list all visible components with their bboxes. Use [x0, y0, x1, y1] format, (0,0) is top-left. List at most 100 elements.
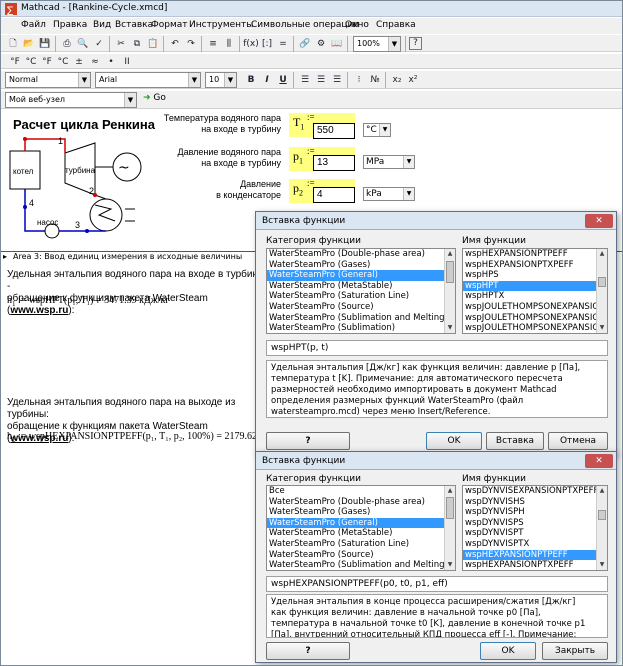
category-list-item[interactable]: WaterSteamPro (Gases)	[267, 260, 455, 271]
scroll-thumb[interactable]	[598, 277, 606, 287]
menu-window[interactable]: Окно	[345, 20, 369, 30]
bullet-button[interactable]: •	[103, 54, 119, 70]
t1-unit-select[interactable]: °C ▼	[363, 123, 391, 137]
bullets-icon[interactable]: ⁝	[351, 72, 367, 88]
approx-button[interactable]: ≈	[87, 54, 103, 70]
go-button[interactable]: ➜ Go	[143, 93, 166, 103]
category-list-item[interactable]: WaterSteamPro (Gases)	[267, 507, 455, 518]
function-scrollbar[interactable]: ▲ ▼	[596, 249, 607, 333]
category-list-item[interactable]: WaterSteamPro (General)	[267, 270, 455, 281]
function-list-item[interactable]: wspDYNVISPH	[463, 507, 607, 518]
function-list-item[interactable]: wspDYNVISHS	[463, 497, 607, 508]
new-document-icon[interactable]: 🗋	[5, 36, 21, 52]
print-preview-icon[interactable]: 🔍	[75, 36, 91, 52]
p2-unit-select[interactable]: kPa ▼	[363, 187, 415, 201]
scroll-thumb[interactable]	[598, 510, 606, 520]
function-list-item[interactable]: wspJOULETHOMPSONEXPANSIONPH	[463, 323, 607, 333]
category-list[interactable]: WaterSteamPro (Double-phase area) WaterSt…	[266, 248, 456, 334]
category-list-item[interactable]: WaterSteamPro (Saturation Line)	[267, 539, 455, 550]
area-collapse-icon[interactable]: ▸	[3, 252, 7, 261]
align-across-icon[interactable]: ≡	[205, 36, 221, 52]
menu-format[interactable]: Формат	[151, 20, 188, 30]
align-center-icon[interactable]: ☰	[313, 72, 329, 88]
style-combo[interactable]: Normal ▼	[5, 72, 91, 88]
category-list-item[interactable]: WaterSteamPro (Source)	[267, 550, 455, 561]
insert-function-icon[interactable]: f(x)	[243, 36, 259, 52]
print-icon[interactable]: ⎙	[59, 36, 75, 52]
open-folder-icon[interactable]: 📂	[21, 36, 37, 52]
unit-f-button[interactable]: °F	[7, 54, 23, 70]
category-list-item[interactable]: WaterSteamPro (Double-phase area)	[267, 249, 455, 260]
category-list-item[interactable]: WaterSteamPro (Sublimation and Melting L…	[267, 560, 455, 570]
menu-insert[interactable]: Вставка	[115, 20, 153, 30]
insert-button[interactable]: Вставка	[486, 432, 544, 450]
function-list-item[interactable]: wspHEXPANSIONPTPEFF	[463, 549, 607, 561]
function-list-item[interactable]: wspDYNVISEXPANSIONPTXPEFF	[463, 486, 607, 497]
scroll-up-icon[interactable]: ▲	[445, 486, 455, 496]
resource-combo[interactable]: Мой веб-узел ▼	[5, 92, 137, 108]
menu-edit[interactable]: Правка	[53, 20, 87, 30]
delta-f-button[interactable]: °F	[39, 54, 55, 70]
plus-minus-button[interactable]: ±	[71, 54, 87, 70]
calculate-icon[interactable]: =	[275, 36, 291, 52]
p2-value-field[interactable]: 4	[313, 187, 355, 203]
title-bar[interactable]: ∑ Mathcad - [Rankine-Cycle.xmcd]	[1, 1, 622, 17]
help-icon[interactable]: ?	[409, 37, 422, 50]
close-button[interactable]: Закрыть	[542, 642, 608, 660]
scroll-thumb[interactable]	[446, 261, 454, 283]
numbering-icon[interactable]: №	[367, 72, 383, 88]
subscript-icon[interactable]: x₂	[389, 72, 405, 88]
category-list-item[interactable]: WaterSteamPro (Sublimation)	[267, 323, 455, 333]
font-size-combo[interactable]: 10 ▼	[205, 72, 237, 88]
redo-icon[interactable]: ↷	[183, 36, 199, 52]
dialog-title-bar[interactable]: Вставка функции	[256, 452, 616, 470]
scroll-down-icon[interactable]: ▼	[445, 560, 455, 570]
scroll-up-icon[interactable]: ▲	[597, 249, 607, 259]
font-combo[interactable]: Arial ▼	[95, 72, 201, 88]
cut-icon[interactable]: ✂	[113, 36, 129, 52]
scroll-down-icon[interactable]: ▼	[597, 560, 607, 570]
unit-c-button[interactable]: °C	[23, 54, 39, 70]
help-button[interactable]: ?	[266, 432, 350, 450]
insert-unit-icon[interactable]: [:]	[259, 36, 275, 52]
italic-button[interactable]: I	[259, 72, 275, 88]
menu-file[interactable]: Файл	[21, 20, 46, 30]
spell-check-icon[interactable]: ✓	[91, 36, 107, 52]
superscript-icon[interactable]: x²	[405, 72, 421, 88]
dialog-title-bar[interactable]: Вставка функции	[256, 212, 616, 230]
function-list-item[interactable]: wspJOULETHOMPSONEXPANSIONP	[463, 313, 607, 324]
align-right-icon[interactable]: ☰	[329, 72, 345, 88]
undo-icon[interactable]: ↶	[167, 36, 183, 52]
function-list-item[interactable]: wspDYNVISPTX	[463, 539, 607, 550]
function-list[interactable]: wspDYNVISEXPANSIONPTXPEFF wspDYNVISHS wspD…	[462, 485, 608, 571]
scroll-down-icon[interactable]: ▼	[597, 323, 607, 333]
category-scrollbar[interactable]: ▲ ▼	[444, 486, 455, 570]
resource-center-icon[interactable]: 📖	[329, 36, 345, 52]
parallel-button[interactable]: II	[119, 54, 135, 70]
function-list-item[interactable]: wspHEXPANSIONPTPEFF	[463, 249, 607, 260]
function-list[interactable]: wspHEXPANSIONPTPEFF wspHEXPANSIONPTXPEFF w…	[462, 248, 608, 334]
category-list-item[interactable]: WaterSteamPro (MetaStable)	[267, 528, 455, 539]
scroll-down-icon[interactable]: ▼	[445, 323, 455, 333]
zoom-combo[interactable]: 100% ▼	[353, 36, 401, 52]
function-list-item[interactable]: wspHEXPANSIONPTXPEFF	[463, 560, 607, 570]
text-region-1[interactable]: Удельная энтальпия водяного пара на вход…	[7, 269, 269, 317]
help-button[interactable]: ?	[266, 642, 350, 660]
bold-button[interactable]: B	[243, 72, 259, 88]
delta-c-button[interactable]: °C	[55, 54, 71, 70]
ok-button[interactable]: OK	[480, 642, 536, 660]
paste-icon[interactable]: 📋	[145, 36, 161, 52]
insert-hyperlink-icon[interactable]: 🔗	[297, 36, 313, 52]
save-icon[interactable]: 💾	[37, 36, 53, 52]
function-list-item[interactable]: wspHPS	[463, 270, 607, 281]
function-list-item[interactable]: wspDYNVISPT	[463, 528, 607, 539]
category-list-item[interactable]: Все	[267, 486, 455, 497]
category-list[interactable]: Все WaterSteamPro (Double-phase area) Wate…	[266, 485, 456, 571]
category-list-item[interactable]: WaterSteamPro (MetaStable)	[267, 281, 455, 292]
menu-symbolics[interactable]: Символьные операции	[251, 20, 359, 30]
insert-component-icon[interactable]: ⚙	[313, 36, 329, 52]
scroll-up-icon[interactable]: ▲	[445, 249, 455, 259]
function-list-item[interactable]: wspHEXPANSIONPTXPEFF	[463, 260, 607, 271]
function-list-item[interactable]: wspDYNVISPS	[463, 518, 607, 529]
function-list-item[interactable]: wspHPTX	[463, 291, 607, 302]
